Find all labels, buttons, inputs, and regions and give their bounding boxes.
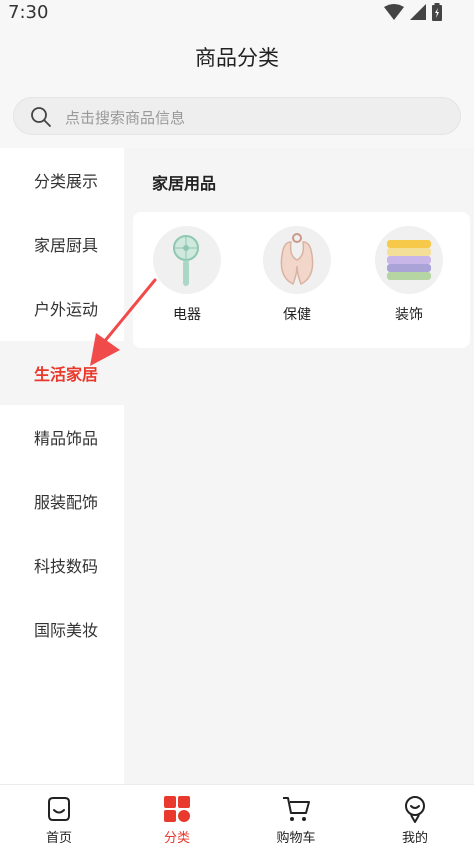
section-title: 家居用品 bbox=[152, 174, 217, 193]
nav-cart[interactable]: 购物车 bbox=[237, 785, 355, 843]
sidebar-item-apparel[interactable]: 服装配饰 bbox=[0, 469, 124, 533]
search-icon bbox=[31, 107, 51, 127]
nav-label: 购物车 bbox=[276, 831, 316, 843]
status-icons bbox=[384, 3, 442, 21]
sidebar-item-label: 分类展示 bbox=[34, 172, 99, 191]
signal-icon bbox=[410, 4, 426, 20]
home-icon bbox=[48, 797, 70, 821]
subcategory-label: 电器 bbox=[173, 307, 201, 323]
sidebar-item-accessories[interactable]: 精品饰品 bbox=[0, 405, 124, 469]
subcategory-label: 保健 bbox=[283, 307, 311, 323]
status-bar: 7:30 bbox=[0, 0, 474, 26]
subcategory-health[interactable]: 保健 bbox=[253, 226, 333, 330]
page-title: 商品分类 bbox=[195, 46, 279, 70]
fan-icon bbox=[173, 235, 199, 286]
header: 商品分类 bbox=[0, 26, 474, 86]
profile-icon bbox=[405, 796, 425, 823]
bottom-nav: 首页 分类 购物车 我的 bbox=[0, 784, 474, 843]
nav-label: 首页 bbox=[45, 831, 72, 843]
category-icon bbox=[164, 796, 190, 822]
search-placeholder: 点击搜索商品信息 bbox=[65, 109, 186, 127]
subcategory-decor[interactable]: 装饰 bbox=[365, 226, 445, 330]
sidebar-item-living[interactable]: 生活家居 bbox=[0, 341, 124, 405]
sidebar-item-label: 精品饰品 bbox=[34, 429, 99, 448]
subcategory-label: 装饰 bbox=[395, 307, 423, 323]
sidebar-item-display[interactable]: 分类展示 bbox=[0, 148, 124, 212]
status-time: 7:30 bbox=[8, 2, 49, 23]
sidebar-item-label: 科技数码 bbox=[34, 557, 99, 576]
decor-image bbox=[375, 226, 443, 294]
sidebar-item-kitchen[interactable]: 家居厨具 bbox=[0, 212, 124, 276]
nav-category[interactable]: 分类 bbox=[118, 785, 236, 843]
nav-label: 我的 bbox=[401, 831, 428, 843]
battery-icon bbox=[432, 3, 442, 21]
nav-label: 分类 bbox=[163, 831, 190, 843]
wifi-icon bbox=[384, 4, 404, 20]
sidebar-item-outdoor[interactable]: 户外运动 bbox=[0, 276, 124, 340]
health-image bbox=[263, 226, 331, 294]
category-content: 家居用品 电器 保健 装饰 bbox=[124, 148, 474, 784]
sidebar-item-label: 家居厨具 bbox=[34, 236, 99, 255]
sidebar-item-label: 户外运动 bbox=[34, 300, 99, 319]
category-sidebar: 分类展示 家居厨具 户外运动 生活家居 精品饰品 服装配饰 科技数码 国际美妆 bbox=[0, 148, 124, 784]
towel-stack-icon bbox=[387, 240, 431, 280]
search-bar: 点击搜索商品信息 bbox=[0, 86, 474, 148]
sidebar-item-label: 生活家居 bbox=[34, 365, 99, 384]
sidebar-item-label: 服装配饰 bbox=[34, 493, 99, 512]
subcategory-appliance[interactable]: 电器 bbox=[143, 226, 223, 330]
sidebar-item-label: 国际美妆 bbox=[34, 621, 99, 640]
sidebar-item-beauty[interactable]: 国际美妆 bbox=[0, 597, 124, 661]
cart-icon bbox=[283, 797, 310, 821]
neck-pillow-icon bbox=[280, 233, 314, 286]
nav-home[interactable]: 首页 bbox=[0, 785, 118, 843]
sidebar-item-digital[interactable]: 科技数码 bbox=[0, 533, 124, 597]
appliance-image bbox=[153, 226, 221, 294]
nav-profile[interactable]: 我的 bbox=[356, 785, 474, 843]
search-input[interactable]: 点击搜索商品信息 bbox=[13, 97, 461, 135]
subcategory-card: 电器 保健 装饰 bbox=[133, 212, 470, 348]
